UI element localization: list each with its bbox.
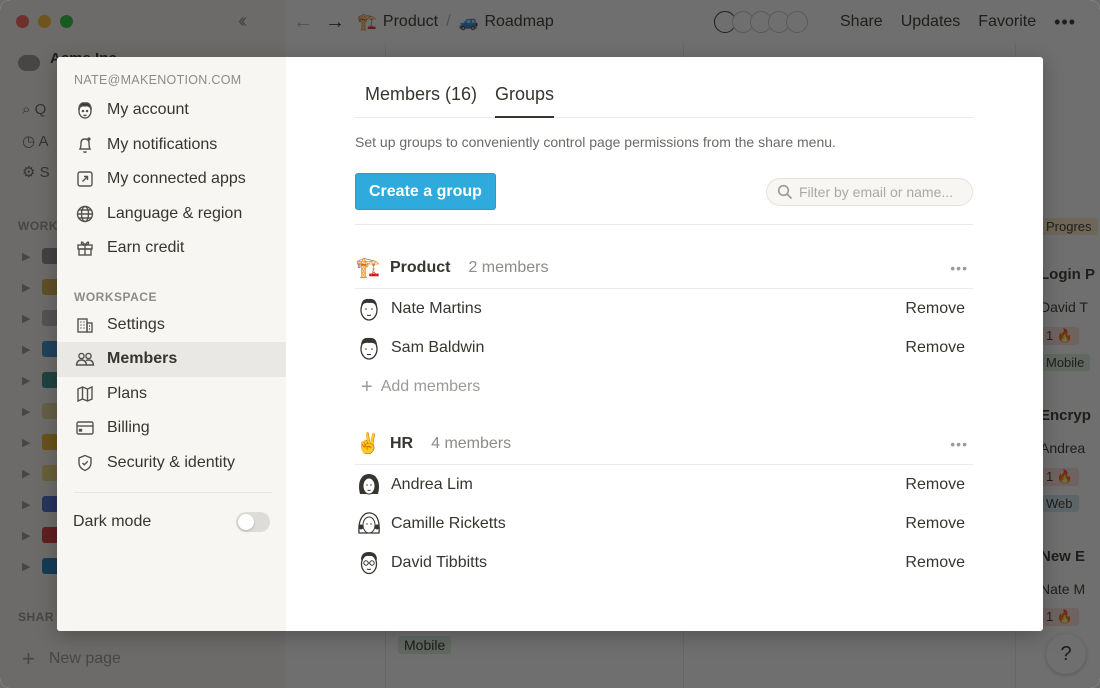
menu-settings[interactable]: Settings <box>57 308 286 343</box>
people-icon <box>75 349 95 369</box>
group-product: 🏗️ Product 2 members ••• Nate Martins Re… <box>355 253 973 407</box>
search-icon <box>777 184 793 199</box>
add-members-button[interactable]: + Add members <box>355 367 973 407</box>
avatar <box>359 473 379 494</box>
shield-check-icon <box>75 453 95 473</box>
gift-icon <box>75 238 95 258</box>
filter-input[interactable] <box>799 183 969 200</box>
divider <box>74 492 272 493</box>
menu-my-notifications[interactable]: My notifications <box>57 128 286 163</box>
group-more-icon[interactable]: ••• <box>950 436 968 452</box>
toggle-knob <box>238 514 254 530</box>
avatar <box>360 298 378 321</box>
external-link-icon <box>75 169 95 189</box>
member-row: Sam Baldwin Remove <box>355 328 973 367</box>
group-header: ✌️ HR 4 members ••• <box>355 429 973 465</box>
group-member-count: 4 members <box>431 434 512 452</box>
member-name: Nate Martins <box>391 299 482 317</box>
credit-card-icon <box>75 418 95 438</box>
menu-plans[interactable]: Plans <box>57 377 286 412</box>
group-member-count: 2 members <box>468 258 549 276</box>
workspace-section-label: WORKSPACE <box>74 289 157 304</box>
menu-language-region[interactable]: Language & region <box>57 197 286 232</box>
group-header: 🏗️ Product 2 members ••• <box>355 253 973 289</box>
remove-member-button[interactable]: Remove <box>905 339 965 357</box>
building-icon <box>75 315 95 335</box>
plus-icon: + <box>361 375 373 398</box>
group-name[interactable]: HR <box>390 435 413 453</box>
avatar <box>358 511 380 534</box>
tab-groups[interactable]: Groups <box>495 84 555 118</box>
remove-member-button[interactable]: Remove <box>905 515 965 533</box>
groups-description: Set up groups to conveniently control pa… <box>355 134 836 150</box>
menu-my-account[interactable]: My account <box>57 93 286 128</box>
victory-hand-icon: ✌️ <box>355 433 381 455</box>
groups-actions: Create a group <box>355 173 973 225</box>
member-row: Andrea Lim Remove <box>355 465 973 504</box>
members-tabs: Members (16) Groups <box>355 57 973 118</box>
remove-member-button[interactable]: Remove <box>905 554 965 572</box>
members-panel: Members (16) Groups Set up groups to con… <box>286 57 1043 631</box>
dark-mode-row: Dark mode <box>57 505 286 539</box>
remove-member-button[interactable]: Remove <box>905 476 965 494</box>
member-name: Andrea Lim <box>391 475 473 493</box>
avatar <box>360 551 378 574</box>
create-group-button[interactable]: Create a group <box>355 173 496 210</box>
map-icon <box>75 384 95 404</box>
dark-mode-toggle[interactable] <box>236 512 270 532</box>
menu-security-identity[interactable]: Security & identity <box>57 446 286 481</box>
member-row: Nate Martins Remove <box>355 289 973 328</box>
avatar-icon <box>75 100 95 120</box>
menu-earn-credit[interactable]: Earn credit <box>57 231 286 266</box>
member-name: Sam Baldwin <box>391 338 485 356</box>
member-name: David Tibbitts <box>391 553 488 571</box>
dark-mode-label: Dark mode <box>73 513 152 530</box>
settings-sidebar: NATE@MAKENOTION.COM My account My notifi… <box>57 57 286 631</box>
member-row: Camille Ricketts Remove <box>355 504 973 543</box>
account-email: NATE@MAKENOTION.COM <box>74 73 242 87</box>
tab-members[interactable]: Members (16) <box>355 84 477 117</box>
group-name[interactable]: Product <box>390 259 450 277</box>
filter-field[interactable] <box>766 177 973 206</box>
settings-modal: NATE@MAKENOTION.COM My account My notifi… <box>57 57 1043 631</box>
remove-member-button[interactable]: Remove <box>905 300 965 318</box>
member-row: David Tibbitts Remove <box>355 543 973 582</box>
crane-icon: 🏗️ <box>355 257 381 279</box>
avatar <box>360 337 378 360</box>
group-hr: ✌️ HR 4 members ••• Andrea Lim Remove Ca… <box>355 429 973 582</box>
group-more-icon[interactable]: ••• <box>950 260 968 276</box>
globe-icon <box>75 204 95 224</box>
menu-billing[interactable]: Billing <box>57 411 286 446</box>
member-name: Camille Ricketts <box>391 514 506 532</box>
bell-icon <box>75 135 95 155</box>
menu-members[interactable]: Members <box>57 342 286 377</box>
menu-my-connected-apps[interactable]: My connected apps <box>57 162 286 197</box>
